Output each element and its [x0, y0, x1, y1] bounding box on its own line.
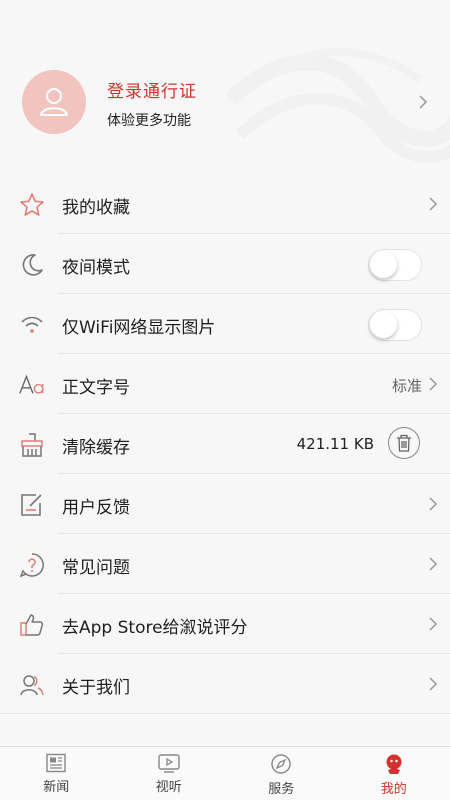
- tab-label: 我的: [380, 782, 407, 797]
- chevron-right-icon: [429, 497, 438, 511]
- chevron-right-icon: [429, 557, 438, 571]
- menu-label: 仅WiFi网络显示图片: [62, 318, 216, 338]
- question-icon: [18, 551, 46, 579]
- chevron-right-icon: [429, 377, 438, 391]
- menu-label: 夜间模式: [62, 258, 130, 278]
- menu-item-rate[interactable]: 去App Store给溆说评分: [0, 594, 450, 654]
- font-size-value: 标准: [391, 377, 422, 395]
- edit-icon: [18, 491, 46, 519]
- menu-label: 去App Store给溆说评分: [62, 618, 248, 638]
- thumbs-up-icon: [18, 611, 46, 639]
- broom-icon: [18, 431, 46, 459]
- avatar[interactable]: [22, 70, 86, 134]
- user-icon: [40, 88, 68, 116]
- tab-label: 服务: [268, 782, 295, 797]
- font-size-icon: [18, 371, 46, 399]
- menu-item-night-mode: 夜间模式: [0, 234, 450, 294]
- login-title[interactable]: 登录通行证: [107, 77, 197, 102]
- menu-item-faq[interactable]: 常见问题: [0, 534, 450, 594]
- tab-label: 新闻: [43, 780, 70, 795]
- cache-size: 421.11 KB: [296, 435, 374, 453]
- clear-cache-button[interactable]: [388, 427, 420, 459]
- toggle-knob: [370, 251, 397, 278]
- users-icon: [18, 671, 46, 699]
- night-mode-toggle[interactable]: [368, 249, 422, 281]
- menu-item-clear-cache: 清除缓存 421.11 KB: [0, 414, 450, 474]
- settings-menu: 我的收藏 夜间模式 仅WiFi网络显示图片 正文字号 标准 清除缓存 421.1…: [0, 174, 450, 714]
- chevron-right-icon: [429, 197, 438, 211]
- video-icon: [158, 754, 180, 773]
- chevron-right-icon: [419, 95, 428, 109]
- menu-item-feedback[interactable]: 用户反馈: [0, 474, 450, 534]
- menu-item-wifi-images: 仅WiFi网络显示图片: [0, 294, 450, 354]
- menu-label: 清除缓存: [62, 438, 130, 458]
- moon-icon: [18, 251, 46, 279]
- toggle-knob: [370, 311, 397, 338]
- chevron-right-icon: [429, 677, 438, 691]
- mine-icon: [386, 754, 402, 774]
- tab-label: 视听: [155, 780, 182, 795]
- star-icon: [18, 191, 46, 219]
- compass-icon: [271, 754, 291, 774]
- menu-item-favorites[interactable]: 我的收藏: [0, 174, 450, 234]
- trash-icon: [397, 434, 411, 452]
- wifi-images-toggle[interactable]: [368, 309, 422, 341]
- menu-label: 关于我们: [62, 678, 130, 698]
- menu-label: 常见问题: [62, 558, 130, 578]
- divider: [0, 713, 450, 714]
- login-subtitle: 体验更多功能: [107, 113, 191, 129]
- news-icon: [46, 753, 66, 773]
- tab-bar: 新闻 视听 服务 我的: [0, 746, 450, 800]
- menu-item-about[interactable]: 关于我们: [0, 654, 450, 714]
- tab-services[interactable]: 服务: [225, 747, 338, 800]
- tab-video[interactable]: 视听: [113, 747, 226, 800]
- tab-mine[interactable]: 我的: [338, 747, 450, 800]
- menu-label: 正文字号: [62, 378, 130, 398]
- menu-label: 用户反馈: [62, 498, 130, 518]
- menu-label: 我的收藏: [62, 198, 130, 218]
- profile-header[interactable]: 登录通行证 体验更多功能: [0, 0, 450, 174]
- menu-item-font-size[interactable]: 正文字号 标准: [0, 354, 450, 414]
- wifi-icon: [18, 311, 46, 339]
- watermark-logo: [224, 47, 450, 163]
- tab-news[interactable]: 新闻: [0, 747, 113, 800]
- chevron-right-icon: [429, 617, 438, 631]
